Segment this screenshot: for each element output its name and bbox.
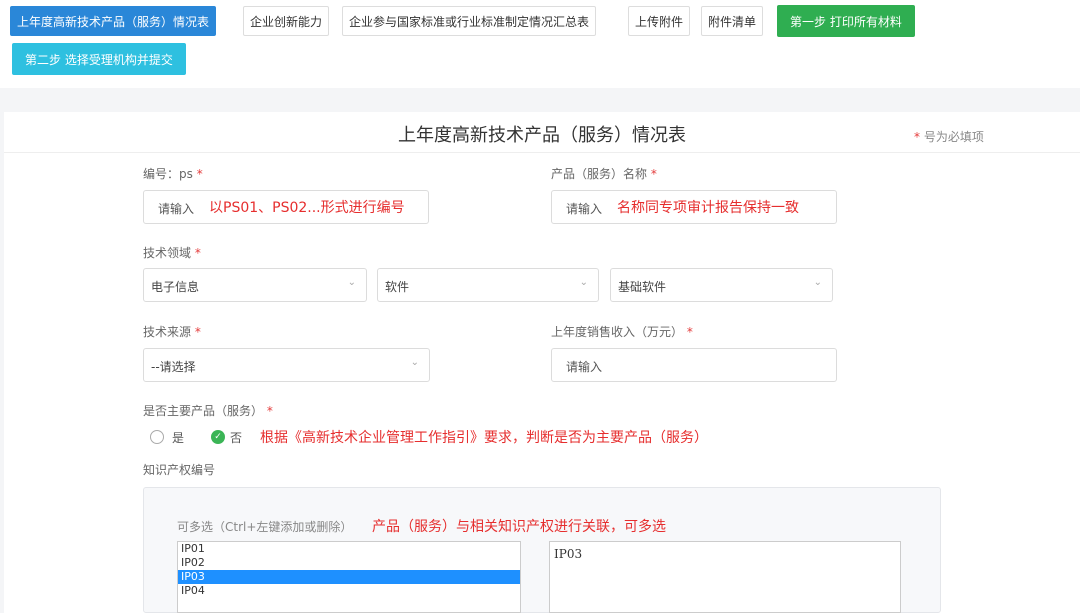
tech-field-value-2: 软件 xyxy=(385,280,410,294)
main-product-yes-label: 是 xyxy=(172,431,185,445)
tech-field-label: 技术领域 * xyxy=(143,244,201,261)
product-name-hint: 名称同专项审计报告保持一致 xyxy=(617,200,799,216)
main-product-hint: 根据《高新技术企业管理工作指引》要求，判断是否为主要产品（服务） xyxy=(260,430,708,446)
ip-selector-panel: 可多选（Ctrl+左键添加或删除） 产品（服务）与相关知识产权进行关联，可多选 … xyxy=(143,487,941,613)
revenue-input[interactable]: 请输入 xyxy=(551,348,837,382)
tech-field-value-3: 基础软件 xyxy=(618,280,667,294)
tab-upload-attachments[interactable]: 上传附件 xyxy=(628,6,691,36)
chevron-down-icon: ⌄ xyxy=(579,277,588,288)
ip-option[interactable]: IP04 xyxy=(178,584,520,598)
product-name-label: 产品（服务）名称 * xyxy=(551,165,657,182)
ip-selected-list[interactable]: IP03 xyxy=(549,541,901,613)
code-placeholder: 请输入 xyxy=(158,202,195,216)
required-star: * xyxy=(194,246,201,260)
tech-source-label-text: 技术来源 xyxy=(143,325,192,339)
ip-help-text: 可多选（Ctrl+左键添加或删除） xyxy=(177,520,353,534)
product-name-label-text: 产品（服务）名称 xyxy=(551,167,648,181)
main-product-no-radio[interactable]: ✓ xyxy=(211,430,225,444)
tech-source-label: 技术来源 * xyxy=(143,323,201,340)
required-note-text: 号为必填项 xyxy=(923,130,984,144)
required-star: * xyxy=(914,130,920,144)
main-product-yes-radio[interactable] xyxy=(150,430,164,444)
form-header: 上年度高新技术产品（服务）情况表 * 号为必填项 xyxy=(4,112,1080,153)
print-all-button[interactable]: 第一步 打印所有材料 xyxy=(777,5,915,37)
chevron-down-icon: ⌄ xyxy=(347,277,356,288)
required-note: * 号为必填项 xyxy=(914,128,984,145)
code-label-text: 编号：ps xyxy=(143,167,193,181)
form-panel: 上年度高新技术产品（服务）情况表 * 号为必填项 编号：ps * 请输入 以PS… xyxy=(4,112,1080,613)
ip-options-list[interactable]: IP01 IP02 IP03 IP04 xyxy=(177,541,521,613)
required-star: * xyxy=(686,325,693,339)
required-star: * xyxy=(266,404,273,418)
chevron-down-icon: ⌄ xyxy=(410,357,419,368)
tech-field-select-1[interactable]: 电子信息 ⌄ xyxy=(143,268,367,302)
ip-hint: 产品（服务）与相关知识产权进行关联，可多选 xyxy=(372,519,666,535)
main-product-label-text: 是否主要产品（服务） xyxy=(143,404,264,418)
tech-field-value-1: 电子信息 xyxy=(151,280,200,294)
tech-field-label-text: 技术领域 xyxy=(143,246,192,260)
tab-innovation-capability[interactable]: 企业创新能力 xyxy=(243,6,330,36)
check-icon: ✓ xyxy=(214,432,222,442)
code-hint: 以PS01、PS02...形式进行编号 xyxy=(209,200,405,216)
tab-attachment-list[interactable]: 附件清单 xyxy=(701,6,764,36)
revenue-label-text: 上年度销售收入（万元） xyxy=(551,325,684,339)
revenue-placeholder: 请输入 xyxy=(566,360,603,374)
tab-standards-summary[interactable]: 企业参与国家标准或行业标准制定情况汇总表 xyxy=(342,6,597,36)
main-product-label: 是否主要产品（服务） * xyxy=(143,402,273,419)
submit-agency-button[interactable]: 第二步 选择受理机构并提交 xyxy=(12,43,186,75)
chevron-down-icon: ⌄ xyxy=(813,277,822,288)
tab-hightech-products[interactable]: 上年度高新技术产品（服务）情况表 xyxy=(10,6,217,36)
required-star: * xyxy=(650,167,657,181)
tech-source-value: --请选择 xyxy=(151,360,196,374)
tech-field-select-2[interactable]: 软件 ⌄ xyxy=(377,268,599,302)
ip-option[interactable]: IP02 xyxy=(178,556,520,570)
required-star: * xyxy=(194,325,201,339)
product-name-placeholder: 请输入 xyxy=(566,202,603,216)
revenue-label: 上年度销售收入（万元） * xyxy=(551,323,693,340)
ip-option[interactable]: IP01 xyxy=(178,542,520,556)
required-star: * xyxy=(196,167,203,181)
ip-option-selected[interactable]: IP03 xyxy=(178,570,520,584)
ip-selected-value: IP03 xyxy=(554,547,583,561)
tech-field-select-3[interactable]: 基础软件 ⌄ xyxy=(610,268,833,302)
top-tab-bar: 上年度高新技术产品（服务）情况表 企业创新能力 企业参与国家标准或行业标准制定情… xyxy=(0,0,1080,88)
ip-label: 知识产权编号 xyxy=(143,463,216,477)
main-product-no-label: 否 xyxy=(230,431,243,445)
tech-source-select[interactable]: --请选择 ⌄ xyxy=(143,348,430,382)
code-label: 编号：ps * xyxy=(143,165,203,182)
